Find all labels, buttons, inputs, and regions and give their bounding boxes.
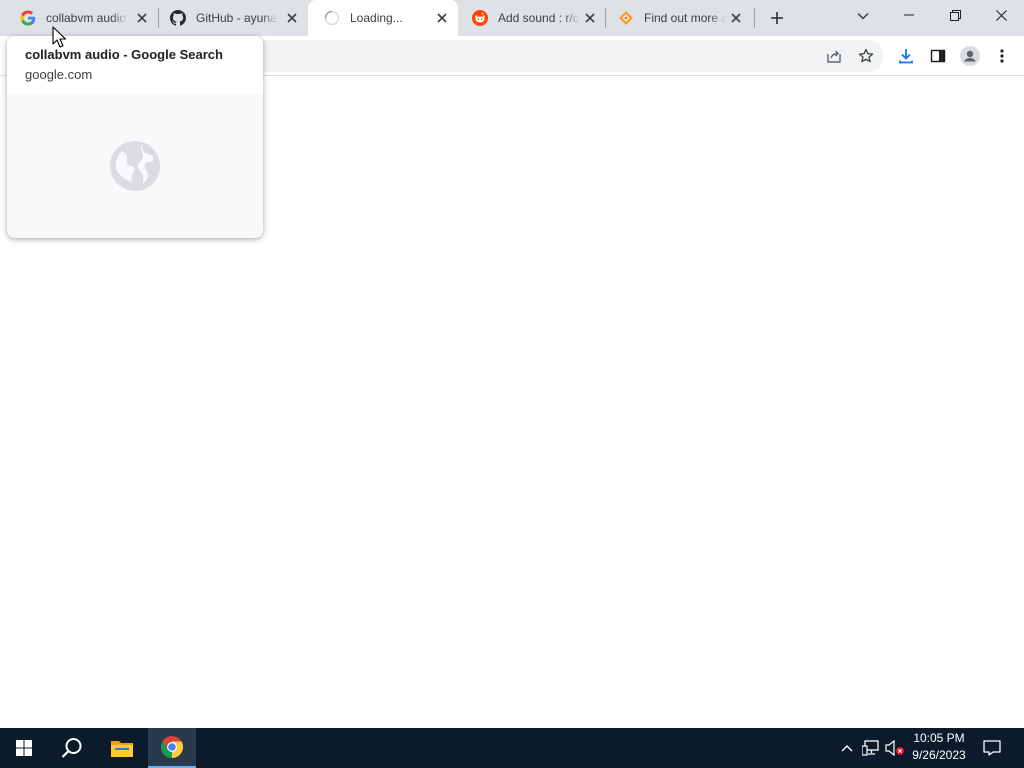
hover-card-title: collabvm audio - Google Search — [25, 47, 223, 62]
reddit-icon — [472, 10, 488, 26]
notification-icon — [983, 740, 1001, 756]
close-tab-icon[interactable] — [582, 10, 598, 26]
close-icon — [995, 9, 1007, 21]
tab-title: Loading... — [350, 11, 403, 25]
taskbar-chrome[interactable] — [148, 728, 196, 768]
tab-title: collabvm audio - Google Search — [46, 11, 128, 25]
hover-card-preview — [7, 94, 263, 238]
address-bar[interactable] — [250, 40, 884, 72]
chrome-icon — [161, 736, 183, 758]
minimize-button[interactable] — [886, 0, 932, 30]
tab-github[interactable]: GitHub - ayunami2000 — [154, 0, 308, 36]
tab-title: GitHub - ayunami2000 — [196, 11, 278, 25]
windows-start-icon — [16, 740, 32, 756]
download-icon[interactable] — [894, 44, 918, 68]
tab-loading[interactable]: Loading... — [308, 0, 458, 36]
minimize-icon — [904, 14, 914, 16]
new-tab-button[interactable] — [765, 6, 789, 30]
close-tab-icon[interactable] — [434, 10, 450, 26]
tab-separator — [754, 8, 755, 28]
menu-icon[interactable] — [990, 44, 1014, 68]
volume-muted-icon[interactable] — [885, 738, 905, 758]
github-icon — [170, 10, 186, 26]
bookmark-star-icon[interactable] — [854, 44, 878, 68]
tab-title: Add sound : r/collabvm — [498, 11, 580, 25]
close-tab-icon[interactable] — [728, 10, 744, 26]
close-window-button[interactable] — [978, 0, 1024, 30]
tab-google-search[interactable]: collabvm audio - Google Search — [4, 0, 158, 36]
google-g-icon — [20, 10, 36, 26]
globe-icon — [110, 141, 160, 191]
show-hidden-icons-chevron-icon[interactable] — [837, 738, 857, 758]
clock-time: 10:05 PM — [913, 731, 965, 745]
tab-hover-card: collabvm audio - Google Search google.co… — [7, 36, 263, 238]
tab-find-out-more[interactable]: Find out more about — [602, 0, 752, 36]
clock-date: 9/26/2023 — [912, 748, 966, 762]
chevron-down-icon — [857, 12, 869, 20]
loading-spinner-icon — [324, 10, 340, 26]
share-icon[interactable] — [822, 44, 846, 68]
taskbar-file-explorer[interactable] — [98, 728, 146, 768]
restore-button[interactable] — [932, 0, 978, 30]
file-explorer-icon — [111, 741, 133, 757]
close-tab-icon[interactable] — [134, 10, 150, 26]
start-button[interactable] — [0, 728, 48, 768]
network-icon[interactable] — [861, 738, 881, 758]
taskbar-clock[interactable]: 10:05 PM 9/26/2023 — [905, 730, 973, 766]
restore-icon — [949, 9, 961, 21]
hover-card-domain: google.com — [25, 67, 93, 82]
windows-taskbar: 10:05 PM 9/26/2023 — [0, 728, 1024, 768]
profile-icon[interactable] — [958, 44, 982, 68]
tab-strip: collabvm audio - Google Search GitHub - … — [0, 0, 1024, 36]
diamond-icon — [618, 10, 634, 26]
taskbar-search-button[interactable] — [48, 728, 96, 768]
tab-reddit[interactable]: Add sound : r/collabvm — [456, 0, 606, 36]
tab-search-button[interactable] — [851, 4, 875, 28]
side-panel-icon[interactable] — [926, 44, 950, 68]
search-icon — [61, 738, 82, 758]
tab-title: Find out more about — [644, 11, 726, 25]
close-tab-icon[interactable] — [284, 10, 300, 26]
plus-icon — [771, 12, 783, 24]
action-center-button[interactable] — [978, 728, 1006, 768]
